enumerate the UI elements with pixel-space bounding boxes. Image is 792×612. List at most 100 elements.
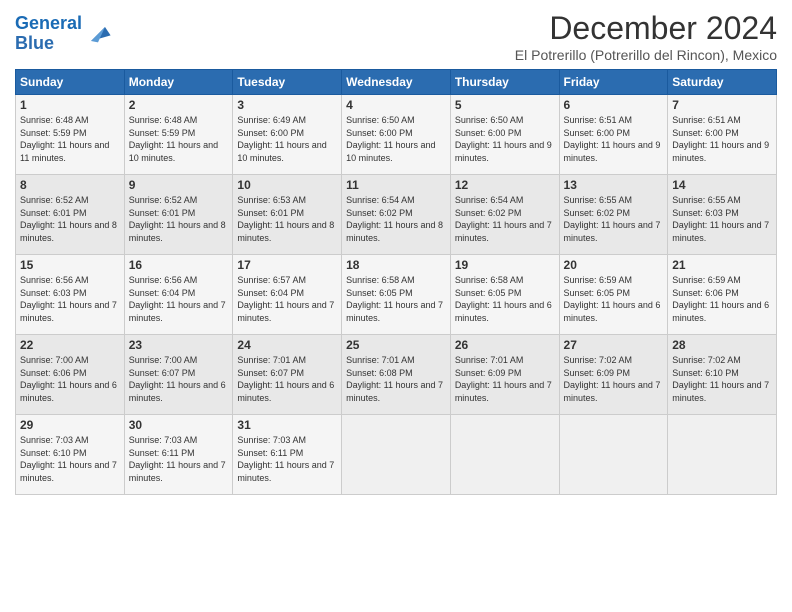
calendar-body: 1 Sunrise: 6:48 AM Sunset: 5:59 PM Dayli… [16,95,777,495]
day-info: Sunrise: 6:57 AM Sunset: 6:04 PM Dayligh… [237,274,337,324]
day-number: 31 [237,418,337,432]
day-number: 29 [20,418,120,432]
day-cell: 12 Sunrise: 6:54 AM Sunset: 6:02 PM Dayl… [450,175,559,255]
day-cell: 21 Sunrise: 6:59 AM Sunset: 6:06 PM Dayl… [668,255,777,335]
week-row-4: 22 Sunrise: 7:00 AM Sunset: 6:06 PM Dayl… [16,335,777,415]
day-cell: 6 Sunrise: 6:51 AM Sunset: 6:00 PM Dayli… [559,95,668,175]
day-cell: 2 Sunrise: 6:48 AM Sunset: 5:59 PM Dayli… [124,95,233,175]
day-cell: 28 Sunrise: 7:02 AM Sunset: 6:10 PM Dayl… [668,335,777,415]
day-number: 12 [455,178,555,192]
header-cell-thursday: Thursday [450,70,559,95]
day-cell: 8 Sunrise: 6:52 AM Sunset: 6:01 PM Dayli… [16,175,125,255]
day-number: 13 [564,178,664,192]
location-title: El Potrerillo (Potrerillo del Rincon), M… [515,47,777,63]
day-info: Sunrise: 6:55 AM Sunset: 6:03 PM Dayligh… [672,194,772,244]
day-info: Sunrise: 6:53 AM Sunset: 6:01 PM Dayligh… [237,194,337,244]
day-number: 5 [455,98,555,112]
day-info: Sunrise: 6:54 AM Sunset: 6:02 PM Dayligh… [346,194,446,244]
day-info: Sunrise: 6:48 AM Sunset: 5:59 PM Dayligh… [20,114,120,164]
day-cell: 5 Sunrise: 6:50 AM Sunset: 6:00 PM Dayli… [450,95,559,175]
header-cell-monday: Monday [124,70,233,95]
day-cell: 24 Sunrise: 7:01 AM Sunset: 6:07 PM Dayl… [233,335,342,415]
day-number: 2 [129,98,229,112]
header-cell-wednesday: Wednesday [342,70,451,95]
day-number: 6 [564,98,664,112]
day-cell: 7 Sunrise: 6:51 AM Sunset: 6:00 PM Dayli… [668,95,777,175]
day-number: 10 [237,178,337,192]
day-info: Sunrise: 7:03 AM Sunset: 6:10 PM Dayligh… [20,434,120,484]
day-number: 19 [455,258,555,272]
day-info: Sunrise: 6:54 AM Sunset: 6:02 PM Dayligh… [455,194,555,244]
header-cell-friday: Friday [559,70,668,95]
day-cell [668,415,777,495]
logo-text: General Blue [15,14,82,54]
day-info: Sunrise: 6:48 AM Sunset: 5:59 PM Dayligh… [129,114,229,164]
day-cell: 22 Sunrise: 7:00 AM Sunset: 6:06 PM Dayl… [16,335,125,415]
day-info: Sunrise: 6:56 AM Sunset: 6:03 PM Dayligh… [20,274,120,324]
day-info: Sunrise: 7:02 AM Sunset: 6:10 PM Dayligh… [672,354,772,404]
day-number: 17 [237,258,337,272]
day-info: Sunrise: 6:58 AM Sunset: 6:05 PM Dayligh… [346,274,446,324]
day-number: 14 [672,178,772,192]
day-number: 25 [346,338,446,352]
day-cell: 10 Sunrise: 6:53 AM Sunset: 6:01 PM Dayl… [233,175,342,255]
day-cell: 18 Sunrise: 6:58 AM Sunset: 6:05 PM Dayl… [342,255,451,335]
day-number: 27 [564,338,664,352]
day-cell: 26 Sunrise: 7:01 AM Sunset: 6:09 PM Dayl… [450,335,559,415]
day-cell: 29 Sunrise: 7:03 AM Sunset: 6:10 PM Dayl… [16,415,125,495]
day-cell: 3 Sunrise: 6:49 AM Sunset: 6:00 PM Dayli… [233,95,342,175]
day-cell [342,415,451,495]
day-cell: 30 Sunrise: 7:03 AM Sunset: 6:11 PM Dayl… [124,415,233,495]
day-number: 18 [346,258,446,272]
month-title: December 2024 [515,10,777,47]
day-number: 7 [672,98,772,112]
day-number: 30 [129,418,229,432]
day-cell: 11 Sunrise: 6:54 AM Sunset: 6:02 PM Dayl… [342,175,451,255]
day-number: 3 [237,98,337,112]
day-cell: 27 Sunrise: 7:02 AM Sunset: 6:09 PM Dayl… [559,335,668,415]
day-number: 1 [20,98,120,112]
day-cell: 25 Sunrise: 7:01 AM Sunset: 6:08 PM Dayl… [342,335,451,415]
week-row-5: 29 Sunrise: 7:03 AM Sunset: 6:10 PM Dayl… [16,415,777,495]
week-row-2: 8 Sunrise: 6:52 AM Sunset: 6:01 PM Dayli… [16,175,777,255]
day-info: Sunrise: 6:49 AM Sunset: 6:00 PM Dayligh… [237,114,337,164]
calendar-header-row: SundayMondayTuesdayWednesdayThursdayFrid… [16,70,777,95]
day-number: 8 [20,178,120,192]
day-number: 22 [20,338,120,352]
day-cell: 16 Sunrise: 6:56 AM Sunset: 6:04 PM Dayl… [124,255,233,335]
day-info: Sunrise: 6:51 AM Sunset: 6:00 PM Dayligh… [672,114,772,164]
day-cell: 20 Sunrise: 6:59 AM Sunset: 6:05 PM Dayl… [559,255,668,335]
day-cell: 23 Sunrise: 7:00 AM Sunset: 6:07 PM Dayl… [124,335,233,415]
day-cell: 31 Sunrise: 7:03 AM Sunset: 6:11 PM Dayl… [233,415,342,495]
day-info: Sunrise: 6:50 AM Sunset: 6:00 PM Dayligh… [346,114,446,164]
day-cell: 9 Sunrise: 6:52 AM Sunset: 6:01 PM Dayli… [124,175,233,255]
day-info: Sunrise: 7:01 AM Sunset: 6:08 PM Dayligh… [346,354,446,404]
day-number: 9 [129,178,229,192]
day-number: 15 [20,258,120,272]
day-number: 28 [672,338,772,352]
day-info: Sunrise: 6:52 AM Sunset: 6:01 PM Dayligh… [129,194,229,244]
day-info: Sunrise: 7:03 AM Sunset: 6:11 PM Dayligh… [129,434,229,484]
header: General Blue December 2024 El Potrerillo… [15,10,777,63]
day-number: 20 [564,258,664,272]
calendar-table: SundayMondayTuesdayWednesdayThursdayFrid… [15,69,777,495]
week-row-1: 1 Sunrise: 6:48 AM Sunset: 5:59 PM Dayli… [16,95,777,175]
title-area: December 2024 El Potrerillo (Potrerillo … [515,10,777,63]
day-info: Sunrise: 7:00 AM Sunset: 6:07 PM Dayligh… [129,354,229,404]
day-info: Sunrise: 6:51 AM Sunset: 6:00 PM Dayligh… [564,114,664,164]
day-number: 24 [237,338,337,352]
day-cell: 13 Sunrise: 6:55 AM Sunset: 6:02 PM Dayl… [559,175,668,255]
day-cell: 1 Sunrise: 6:48 AM Sunset: 5:59 PM Dayli… [16,95,125,175]
day-info: Sunrise: 6:59 AM Sunset: 6:06 PM Dayligh… [672,274,772,324]
day-info: Sunrise: 6:56 AM Sunset: 6:04 PM Dayligh… [129,274,229,324]
day-number: 11 [346,178,446,192]
day-info: Sunrise: 6:59 AM Sunset: 6:05 PM Dayligh… [564,274,664,324]
week-row-3: 15 Sunrise: 6:56 AM Sunset: 6:03 PM Dayl… [16,255,777,335]
day-info: Sunrise: 7:00 AM Sunset: 6:06 PM Dayligh… [20,354,120,404]
day-cell: 17 Sunrise: 6:57 AM Sunset: 6:04 PM Dayl… [233,255,342,335]
day-info: Sunrise: 7:03 AM Sunset: 6:11 PM Dayligh… [237,434,337,484]
day-cell [450,415,559,495]
day-info: Sunrise: 6:55 AM Sunset: 6:02 PM Dayligh… [564,194,664,244]
header-cell-sunday: Sunday [16,70,125,95]
day-info: Sunrise: 7:02 AM Sunset: 6:09 PM Dayligh… [564,354,664,404]
